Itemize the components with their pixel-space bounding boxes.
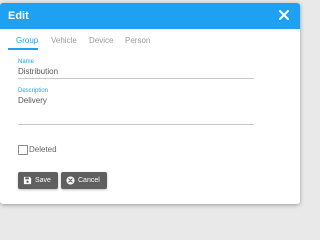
tab-vehicle[interactable]: Vehicle bbox=[51, 35, 77, 46]
close-icon[interactable] bbox=[278, 7, 292, 23]
cancel-button[interactable]: Cancel bbox=[61, 172, 107, 189]
deleted-label: Deleted bbox=[29, 145, 57, 154]
tab-group[interactable]: Group bbox=[16, 35, 38, 46]
close-icon-graphic bbox=[279, 10, 289, 20]
tab-bar: Group Vehicle Device Person bbox=[8, 35, 290, 51]
dialog-title: Edit bbox=[8, 10, 29, 22]
dialog-titlebar: Edit bbox=[0, 3, 300, 29]
description-underline bbox=[18, 124, 254, 125]
edit-dialog: Edit Group Vehicle Device Person Name Di… bbox=[0, 3, 300, 204]
description-field[interactable]: Delivery bbox=[18, 96, 47, 106]
name-underline bbox=[18, 78, 254, 79]
save-button[interactable]: Save bbox=[18, 172, 58, 189]
deleted-checkbox[interactable] bbox=[18, 145, 28, 155]
x-circle-icon bbox=[66, 176, 75, 185]
name-label: Name bbox=[18, 59, 35, 65]
tab-device[interactable]: Device bbox=[89, 35, 113, 46]
description-label: Description bbox=[18, 88, 49, 94]
cancel-button-label: Cancel bbox=[78, 177, 100, 184]
tab-person[interactable]: Person bbox=[125, 35, 150, 46]
save-button-label: Save bbox=[35, 177, 51, 184]
name-field[interactable]: Distribution bbox=[18, 67, 58, 77]
active-tab-indicator bbox=[8, 48, 38, 50]
floppy-disk-icon bbox=[23, 176, 32, 185]
